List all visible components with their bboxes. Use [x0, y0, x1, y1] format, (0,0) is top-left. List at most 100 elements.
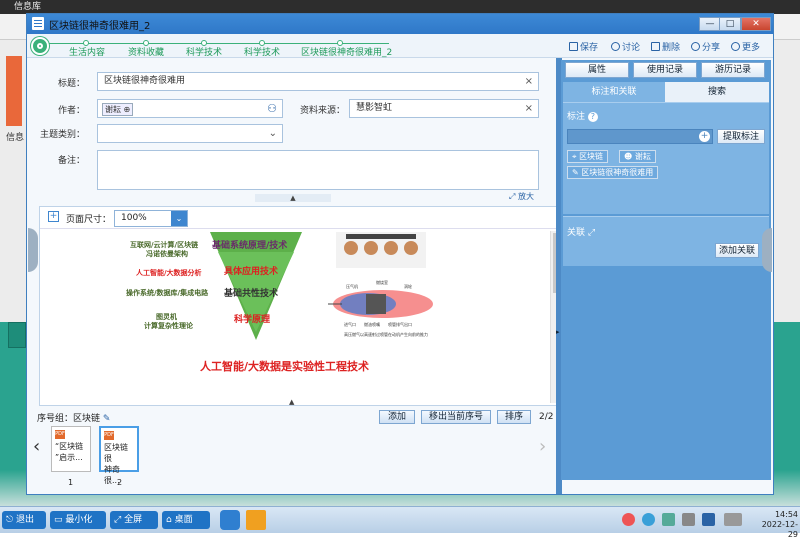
author-tag[interactable]: 谢耘 ⊕: [102, 103, 134, 116]
tab-annotations[interactable]: 标注和关联: [563, 82, 665, 102]
edit-icon[interactable]: [662, 513, 675, 526]
share-icon: [691, 42, 700, 51]
chevron-down-icon[interactable]: ⌄: [171, 211, 187, 226]
clock: 14:54 2022-12-29: [752, 510, 798, 540]
close-button[interactable]: ✕: [741, 17, 771, 31]
enlarge-button[interactable]: ⤢ 放大: [509, 191, 534, 202]
pyramid-label: 科学原理: [234, 315, 271, 325]
chevron-down-icon[interactable]: ⌄: [269, 125, 277, 142]
delete-button[interactable]: 删除: [651, 40, 680, 53]
title-input[interactable]: 区块链很神奇很难用 ×: [97, 72, 539, 91]
chat-icon[interactable]: [682, 513, 695, 526]
zoom-select[interactable]: 100% ⌄: [114, 210, 188, 227]
slide-text: 计算复杂性理论: [144, 322, 193, 330]
extract-annotation-button[interactable]: 提取标注: [717, 129, 765, 144]
save-label: 保存: [580, 43, 599, 53]
fit-icon[interactable]: +: [48, 211, 59, 222]
chevron-right-icon[interactable]: ›: [539, 436, 546, 457]
slide-footer: 人工智能/大数据是实验性工程技术: [200, 360, 370, 373]
more-button[interactable]: 更多: [731, 40, 760, 53]
share-button[interactable]: 分享: [691, 40, 720, 53]
breadcrumb-item[interactable]: 资料收藏: [128, 45, 164, 58]
author-input[interactable]: 谢耘 ⊕ ⚇: [97, 99, 283, 118]
desktop-button[interactable]: ⌂ 桌面: [162, 511, 210, 529]
annotation-input[interactable]: +: [567, 129, 713, 144]
browser-icon[interactable]: [622, 513, 635, 526]
more-label: 更多: [742, 43, 761, 53]
save-button[interactable]: 保存: [569, 40, 598, 53]
move-out-button[interactable]: 移出当前序号: [421, 410, 491, 424]
window-title: 区块链很神奇很难用_2: [49, 21, 151, 32]
keyboard-icon[interactable]: [724, 513, 742, 526]
source-label: 资料来源：: [299, 106, 345, 116]
slide-image: 互联网/云计算/区块链 冯诺依曼架构 人工智能/大数据分析 操作系统/数据库/集…: [118, 232, 496, 395]
breadcrumb-item[interactable]: 科学技术: [244, 45, 280, 58]
expand-handle[interactable]: ▲: [289, 398, 294, 406]
sequence-thumbnail-selected[interactable]: PDF 区块链很 神奇很...: [99, 426, 139, 485]
add-user-icon[interactable]: ⚇: [267, 100, 277, 117]
minimize-button[interactable]: —: [699, 17, 721, 31]
left-collapse-handle[interactable]: [28, 228, 38, 272]
collapse-handle[interactable]: ▲: [255, 194, 331, 202]
document-app-icon[interactable]: [246, 510, 266, 530]
engine-label: 涡轮: [404, 284, 412, 289]
clear-icon[interactable]: ×: [525, 100, 533, 117]
add-link-button[interactable]: 添加关联: [715, 243, 759, 258]
right-panel: 属性 使用记录 游历记录 标注和关联 搜索 标注 ? + 提取标注 ⌖ 区块链 …: [561, 60, 771, 480]
expand-icon[interactable]: ⤢: [588, 228, 595, 238]
topic-label: 主题类别：: [39, 130, 85, 140]
page-size-label: 页面尺寸：: [66, 215, 112, 225]
refresh-icon[interactable]: [642, 513, 655, 526]
annotation-chip[interactable]: ⌖ 区块链: [567, 150, 609, 163]
edit-icon[interactable]: ✎: [103, 414, 111, 424]
exit-button[interactable]: ⎋ 退出: [2, 511, 46, 529]
usage-log-button[interactable]: 使用记录: [633, 62, 697, 78]
sort-button[interactable]: 排序: [497, 410, 531, 424]
breadcrumb-bar: 生活内容 资料收藏 科学技术 科学技术 区块链很神奇很难用_2 保存 讨论 删除…: [27, 34, 773, 58]
engine-parts-image: [336, 232, 426, 268]
background-title: 信息库: [14, 2, 42, 12]
chevron-right-icon[interactable]: ▸: [556, 328, 560, 336]
maximize-button[interactable]: □: [719, 17, 741, 31]
window-title-bar[interactable]: 区块链很神奇很难用_2 — □ ✕: [27, 14, 773, 34]
note-textarea[interactable]: [97, 150, 539, 190]
breadcrumb-item[interactable]: 生活内容: [69, 45, 105, 58]
slide-text: 人工智能/大数据分析: [136, 269, 202, 277]
background-side-tab[interactable]: [8, 322, 26, 348]
breadcrumb-item[interactable]: 科学技术: [186, 45, 222, 58]
add-button[interactable]: 添加: [379, 410, 415, 424]
chip-label: 区块链很神奇很难用: [581, 168, 654, 177]
right-collapse-handle[interactable]: [762, 228, 772, 272]
annotation-chip[interactable]: ☻ 谢耘: [619, 150, 656, 163]
thumb-line: 区块链很: [104, 443, 128, 463]
ime-icon[interactable]: [702, 513, 715, 526]
document-window: 区块链很神奇很难用_2 — □ ✕ 生活内容 资料收藏 科学技术 科学技术 区块…: [26, 13, 774, 495]
fullscreen-button[interactable]: ⤢ 全屏: [110, 511, 158, 529]
window-content: 生活内容 资料收藏 科学技术 科学技术 区块链很神奇很难用_2 保存 讨论 删除…: [27, 34, 773, 494]
help-icon[interactable]: ?: [587, 112, 598, 122]
annotation-chip[interactable]: ✎ 区块链很神奇很难用: [567, 166, 659, 179]
minimize-all-button[interactable]: ▭ 最小化: [50, 511, 106, 529]
slide-text: 操作系统/数据库/集成电路: [126, 289, 209, 297]
sequence-thumbnail[interactable]: PDF “区块链 ”启示...: [51, 426, 91, 472]
travel-log-button[interactable]: 游历记录: [701, 62, 765, 78]
source-value: 慧影智虹: [356, 103, 393, 113]
discuss-button[interactable]: 讨论: [611, 40, 640, 53]
annotation-heading: 标注 ?: [567, 109, 598, 122]
minimize-label: 最小化: [65, 515, 93, 525]
app-launcher-icon[interactable]: [220, 510, 240, 530]
location-icon: ⌖: [572, 152, 577, 161]
topic-select[interactable]: ⌄: [97, 124, 283, 143]
plus-icon[interactable]: +: [699, 131, 710, 142]
tab-search[interactable]: 搜索: [665, 82, 769, 102]
chevron-left-icon[interactable]: ‹: [33, 436, 40, 457]
properties-button[interactable]: 属性: [565, 62, 629, 78]
title-value: 区块链很神奇很难用: [104, 76, 186, 86]
home-icon[interactable]: [31, 37, 49, 55]
breadcrumb-item[interactable]: 区块链很神奇很难用_2: [301, 45, 392, 58]
discuss-label: 讨论: [622, 43, 641, 53]
source-input[interactable]: 慧影智虹 ×: [349, 99, 539, 118]
clear-icon[interactable]: ×: [525, 73, 533, 90]
zoom-value: 100%: [121, 213, 147, 223]
pdf-icon: PDF: [55, 430, 65, 439]
